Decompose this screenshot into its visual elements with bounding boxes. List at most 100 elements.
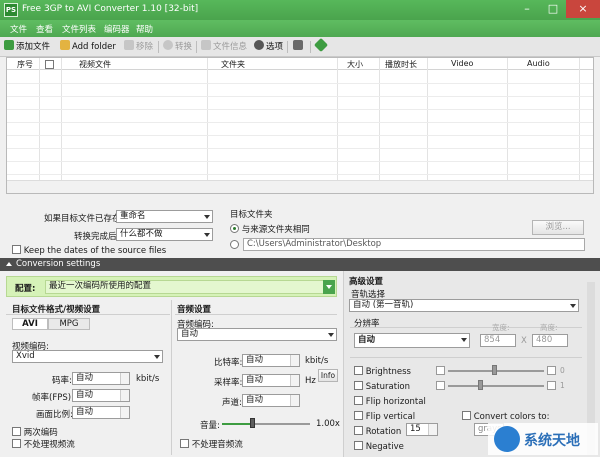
audio-bitrate-value: 自动	[246, 355, 264, 365]
no-video-checkbox[interactable]	[12, 439, 21, 448]
height-field[interactable]: 480	[532, 334, 568, 347]
flip-vertical-checkbox[interactable]	[354, 411, 363, 420]
aspect-field[interactable]: 自动	[72, 406, 130, 419]
folder-icon	[60, 40, 70, 50]
after-convert-select[interactable]: 什么都不做	[116, 228, 213, 241]
brightness-minus-button[interactable]	[436, 366, 445, 375]
add-folder-button[interactable]: Add folder	[60, 40, 116, 54]
same-as-source-radio[interactable]	[230, 224, 239, 233]
spinner-icon[interactable]	[120, 390, 129, 401]
custom-folder-option[interactable]	[230, 240, 239, 251]
saturation-slider-thumb[interactable]	[478, 380, 483, 390]
fps-field[interactable]: 自动	[72, 389, 130, 402]
column-folder[interactable]: 文件夹	[221, 59, 245, 70]
add-file-button[interactable]: 添加文件	[4, 40, 50, 54]
convert-colors-checkbox[interactable]	[462, 411, 471, 420]
spinner-icon[interactable]	[428, 424, 437, 435]
same-as-source-option[interactable]: 与来源文件夹相同	[230, 223, 310, 235]
home-button[interactable]	[293, 40, 305, 54]
video-codec-select[interactable]: Xvid	[12, 350, 163, 363]
conversion-settings-header[interactable]: Conversion settings	[0, 258, 600, 271]
flip-horizontal-checkbox[interactable]	[354, 396, 363, 405]
maximize-button[interactable]: □	[540, 0, 566, 18]
pin-button[interactable]	[313, 37, 329, 54]
column-video-file[interactable]: 视频文件	[79, 59, 111, 70]
keep-dates-checkbox[interactable]	[12, 245, 21, 254]
no-audio-option[interactable]: 不处理音频流	[180, 438, 243, 450]
column-index[interactable]: 序号	[17, 59, 33, 70]
menu-view[interactable]: 查看	[36, 23, 53, 35]
select-all-checkbox[interactable]	[45, 60, 54, 69]
rotation-checkbox[interactable]	[354, 426, 363, 435]
if-exists-select[interactable]: 重命名	[116, 210, 213, 223]
menu-help[interactable]: 帮助	[136, 23, 153, 35]
brightness-slider-thumb[interactable]	[492, 365, 497, 375]
file-info-button[interactable]: 文件信息	[201, 40, 247, 54]
column-video[interactable]: Video	[451, 59, 473, 68]
file-list[interactable]: 序号 视频文件 文件夹 大小 播放时长 Video Audio	[6, 57, 594, 194]
file-list-scrollbar[interactable]	[7, 180, 593, 193]
profile-select[interactable]: 最近一次编码所使用的配置	[45, 280, 329, 294]
row-divider	[7, 96, 593, 97]
no-audio-checkbox[interactable]	[180, 439, 189, 448]
no-video-option[interactable]: 不处理视频流	[12, 438, 75, 450]
two-pass-checkbox[interactable]	[12, 427, 21, 436]
width-field[interactable]: 854	[480, 334, 516, 347]
browse-button[interactable]: 浏览...	[532, 220, 584, 235]
menu-file[interactable]: 文件	[10, 23, 27, 35]
divider	[350, 357, 582, 358]
brightness-checkbox[interactable]	[354, 366, 363, 375]
column-duration[interactable]: 播放时长	[385, 59, 417, 70]
convert-button[interactable]: 转换	[163, 40, 192, 54]
convert-colors-option[interactable]: Convert colors to:	[462, 411, 549, 422]
saturation-minus-button[interactable]	[436, 381, 445, 390]
width-value: 854	[484, 335, 501, 345]
negative-option[interactable]: Negative	[354, 441, 404, 452]
spinner-icon[interactable]	[290, 355, 299, 366]
custom-folder-radio[interactable]	[230, 240, 239, 249]
options-button[interactable]: 选项	[254, 40, 283, 54]
saturation-plus-button[interactable]	[547, 381, 556, 390]
video-bitrate-value: 自动	[76, 373, 94, 383]
menu-encoder[interactable]: 编码器	[104, 23, 130, 35]
spinner-icon[interactable]	[290, 395, 299, 406]
saturation-slider-track[interactable]	[448, 385, 544, 387]
tab-mpg[interactable]: MPG	[48, 318, 90, 330]
brightness-option[interactable]: Brightness	[354, 366, 411, 377]
audio-codec-select[interactable]: 自动	[177, 328, 337, 341]
volume-slider-thumb[interactable]	[250, 418, 255, 428]
close-button[interactable]: ×	[566, 0, 600, 18]
spinner-icon[interactable]	[120, 373, 129, 384]
audio-bitrate-field[interactable]: 自动	[242, 354, 300, 367]
spinner-icon[interactable]	[290, 375, 299, 386]
menu-filelist[interactable]: 文件列表	[62, 23, 96, 35]
two-pass-option[interactable]: 两次编码	[12, 426, 58, 438]
flip-horizontal-option[interactable]: Flip horizontal	[354, 396, 426, 407]
output-folder-field[interactable]: C:\Users\Administrator\Desktop	[243, 238, 585, 251]
column-size[interactable]: 大小	[347, 59, 363, 70]
video-bitrate-label: 码率:	[52, 376, 72, 386]
tab-avi[interactable]: AVI	[12, 318, 48, 330]
rotation-option[interactable]: Rotation	[354, 426, 401, 437]
negative-label: Negative	[365, 442, 404, 452]
saturation-option[interactable]: Saturation	[354, 381, 410, 392]
column-audio[interactable]: Audio	[527, 59, 550, 68]
resolution-select[interactable]: 自动	[354, 333, 470, 348]
track-select[interactable]: 自动 (第一音轨)	[349, 299, 579, 312]
saturation-checkbox[interactable]	[354, 381, 363, 390]
rotation-field[interactable]: 15	[406, 423, 438, 436]
aspect-value: 自动	[76, 407, 94, 417]
samplerate-field[interactable]: 自动	[242, 374, 300, 387]
minimize-button[interactable]: –	[514, 0, 540, 18]
flip-vertical-option[interactable]: Flip vertical	[354, 411, 415, 422]
remove-button[interactable]: 移除	[124, 40, 153, 54]
negative-checkbox[interactable]	[354, 441, 363, 450]
brightness-plus-button[interactable]	[547, 366, 556, 375]
keep-dates-option[interactable]: Keep the dates of the source files	[12, 245, 166, 256]
profile-dropdown-button[interactable]	[323, 280, 335, 294]
info-button[interactable]: Info	[318, 369, 338, 382]
channels-field[interactable]: 自动	[242, 394, 300, 407]
spinner-icon[interactable]	[120, 407, 129, 418]
video-bitrate-field[interactable]: 自动	[72, 372, 130, 385]
chevron-down-icon	[326, 285, 332, 289]
